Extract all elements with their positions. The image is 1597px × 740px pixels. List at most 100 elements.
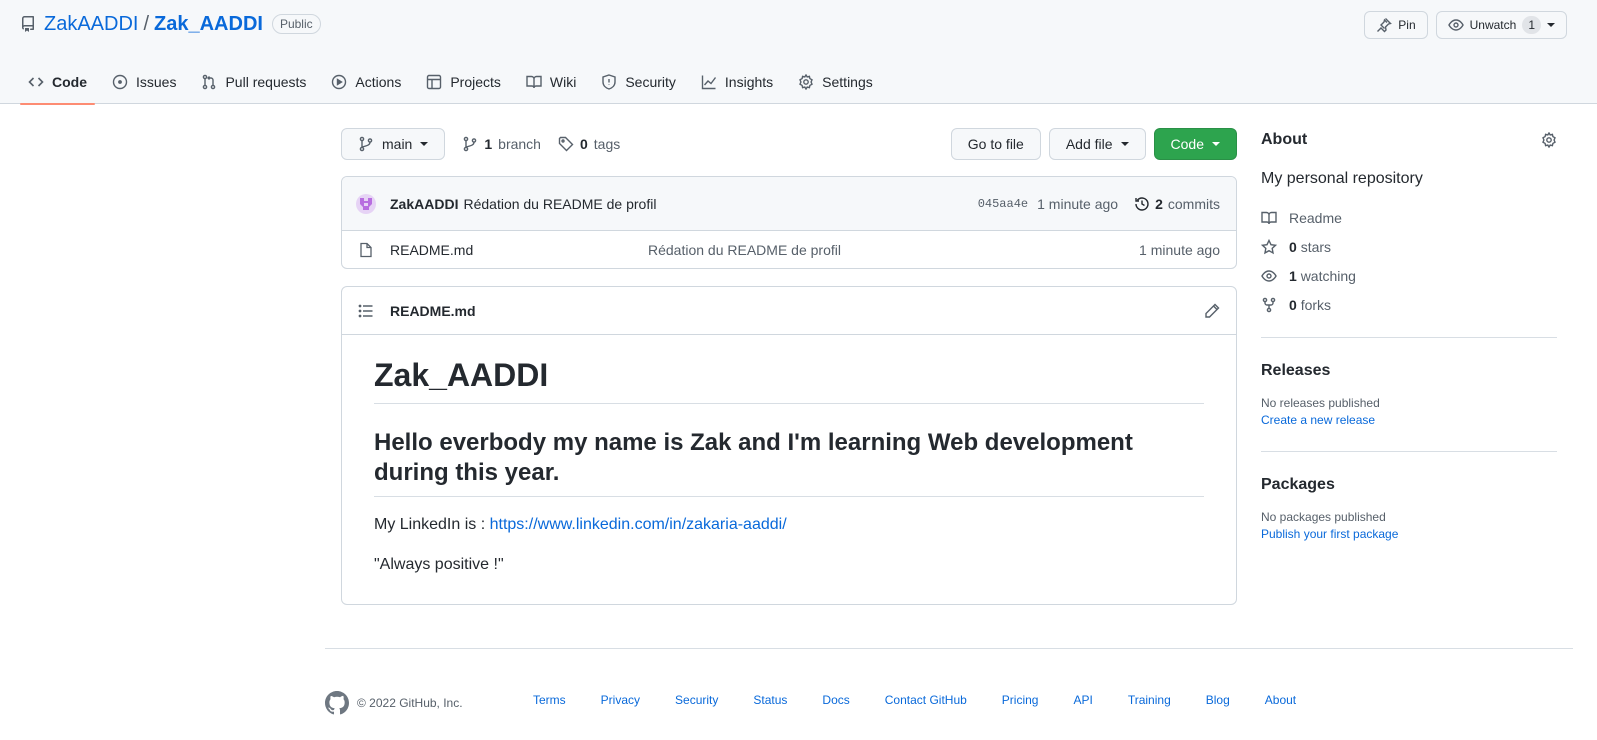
eye-icon xyxy=(1261,268,1277,284)
tab-code[interactable]: Code xyxy=(20,60,95,105)
chevron-down-icon xyxy=(420,142,429,146)
chevron-down-icon xyxy=(1120,142,1129,146)
tab-wiki[interactable]: Wiki xyxy=(518,60,584,104)
releases-section: Releases No releases published Create a … xyxy=(1261,338,1557,427)
code-button[interactable]: Code xyxy=(1153,128,1237,160)
graph-icon xyxy=(701,74,717,90)
table-icon xyxy=(426,74,442,90)
branches-link[interactable]: 1 branch xyxy=(462,136,541,152)
footer-link-blog[interactable]: Blog xyxy=(1206,693,1230,707)
stars-word: stars xyxy=(1300,238,1332,255)
footer-link-security[interactable]: Security xyxy=(675,693,718,707)
commit-count: 2 xyxy=(1155,195,1163,212)
repo-sidebar: About My personal repository Readme 0 st… xyxy=(1261,128,1557,541)
forks-count: 0 xyxy=(1289,296,1297,313)
readme-file-label[interactable]: README.md xyxy=(390,303,476,319)
tab-insights-label: Insights xyxy=(724,74,774,90)
packages-empty-text: No packages published xyxy=(1261,510,1386,524)
about-description: My personal repository xyxy=(1261,170,1423,187)
readme-link[interactable]: Readme xyxy=(1261,203,1557,232)
forks-link[interactable]: 0 forks xyxy=(1261,290,1557,319)
github-logo-icon[interactable] xyxy=(325,691,349,715)
create-release-link[interactable]: Create a new release xyxy=(1261,413,1557,427)
tab-issues-label: Issues xyxy=(136,74,177,90)
about-header: About xyxy=(1261,128,1557,152)
pin-button[interactable]: Pin xyxy=(1364,11,1428,39)
commit-word: commits xyxy=(1167,195,1220,212)
repo-separator: / xyxy=(143,12,150,35)
repo-header: ZakAADDI / Zak_AADDI Public Pin Unwatch … xyxy=(0,0,1597,105)
footer-link-contact[interactable]: Contact GitHub xyxy=(885,693,967,707)
branch-name: main xyxy=(382,136,413,152)
git-branch-icon xyxy=(462,136,478,152)
readme-linkedin-paragraph: My LinkedIn is : https://www.linkedin.co… xyxy=(374,513,1204,537)
stars-link[interactable]: 0 stars xyxy=(1261,232,1557,261)
tab-projects[interactable]: Projects xyxy=(418,60,509,104)
tags-link[interactable]: 0 tags xyxy=(558,136,620,152)
commit-message-link[interactable]: Rédation du README de profil xyxy=(463,196,656,212)
file-commit-message-link[interactable]: Rédation du README de profil xyxy=(648,242,841,258)
repo-name-link[interactable]: Zak_AADDI xyxy=(154,13,263,36)
list-unordered-icon[interactable] xyxy=(358,303,374,319)
eye-icon xyxy=(1447,17,1464,33)
branch-word: branch xyxy=(498,136,541,152)
branch-select-button[interactable]: main xyxy=(341,128,446,160)
packages-section: Packages No packages published Publish y… xyxy=(1261,452,1557,541)
forks-word: forks xyxy=(1300,296,1332,313)
main-content: main 1 branch 0 tags Go to file Add file… xyxy=(341,128,1237,605)
readme-panel: README.md Zak_AADDI Hello everbody my na… xyxy=(341,286,1237,605)
about-title: About xyxy=(1261,131,1308,148)
commit-author-link[interactable]: ZakAADDI xyxy=(390,196,458,212)
readme-link-label: Readme xyxy=(1289,209,1342,226)
readme-quote: "Always positive !" xyxy=(374,556,504,573)
packages-title[interactable]: Packages xyxy=(1261,476,1557,494)
tag-icon xyxy=(558,136,574,152)
tab-settings[interactable]: Settings xyxy=(790,60,881,104)
pull-request-icon xyxy=(201,74,217,90)
releases-title[interactable]: Releases xyxy=(1261,362,1557,380)
stars-count: 0 xyxy=(1289,238,1297,255)
unwatch-button[interactable]: Unwatch 1 xyxy=(1435,11,1567,39)
add-file-button[interactable]: Add file xyxy=(1048,128,1146,160)
go-to-file-button[interactable]: Go to file xyxy=(950,128,1041,160)
latest-commit-bar: ZakAADDI Rédation du README de profil 04… xyxy=(342,177,1236,231)
book-icon xyxy=(1261,210,1277,226)
star-icon xyxy=(1261,238,1277,255)
watchers-link[interactable]: 1 watching xyxy=(1261,261,1557,290)
footer-link-pricing[interactable]: Pricing xyxy=(1002,693,1039,707)
commits-history-link[interactable]: 2 commits xyxy=(1134,196,1220,212)
about-stats: Readme 0 stars 1 watching 0 forks xyxy=(1261,203,1557,319)
tab-security[interactable]: Security xyxy=(593,60,684,104)
tab-pull-requests[interactable]: Pull requests xyxy=(193,60,314,104)
releases-empty-text: No releases published xyxy=(1261,396,1380,410)
footer-link-about[interactable]: About xyxy=(1265,693,1296,707)
commit-age: 1 minute ago xyxy=(1037,195,1119,212)
commit-sha-link[interactable]: 045aa4e xyxy=(978,197,1028,211)
publish-package-link[interactable]: Publish your first package xyxy=(1261,527,1557,541)
gear-icon[interactable] xyxy=(1541,132,1557,148)
footer-link-api[interactable]: API xyxy=(1073,693,1092,707)
footer-link-training[interactable]: Training xyxy=(1128,693,1171,707)
tab-actions[interactable]: Actions xyxy=(323,60,409,104)
footer-link-docs[interactable]: Docs xyxy=(822,693,849,707)
readme-linkedin-prefix: My LinkedIn is : xyxy=(374,516,490,533)
tab-insights[interactable]: Insights xyxy=(693,60,781,104)
header-actions: Pin Unwatch 1 xyxy=(1364,11,1567,39)
file-name-link[interactable]: README.md xyxy=(390,242,648,258)
chevron-down-icon xyxy=(1547,23,1555,27)
tab-issues[interactable]: Issues xyxy=(104,60,184,104)
history-icon xyxy=(1134,196,1150,212)
avatar[interactable] xyxy=(356,193,376,214)
tab-pull-requests-label: Pull requests xyxy=(225,74,307,90)
repo-icon xyxy=(20,16,36,32)
watch-count: 1 xyxy=(1522,16,1541,34)
footer-link-status[interactable]: Status xyxy=(753,693,787,707)
footer-link-terms[interactable]: Terms xyxy=(533,693,566,707)
pencil-icon[interactable] xyxy=(1204,303,1220,319)
footer-link-privacy[interactable]: Privacy xyxy=(601,693,640,707)
commit-meta: 045aa4e 1 minute ago 2 commits xyxy=(978,196,1220,212)
repo-owner-link[interactable]: ZakAADDI xyxy=(44,13,138,36)
linkedin-link[interactable]: https://www.linkedin.com/in/zakaria-aadd… xyxy=(490,516,787,533)
file-icon xyxy=(358,242,374,258)
fork-icon xyxy=(1261,297,1277,313)
